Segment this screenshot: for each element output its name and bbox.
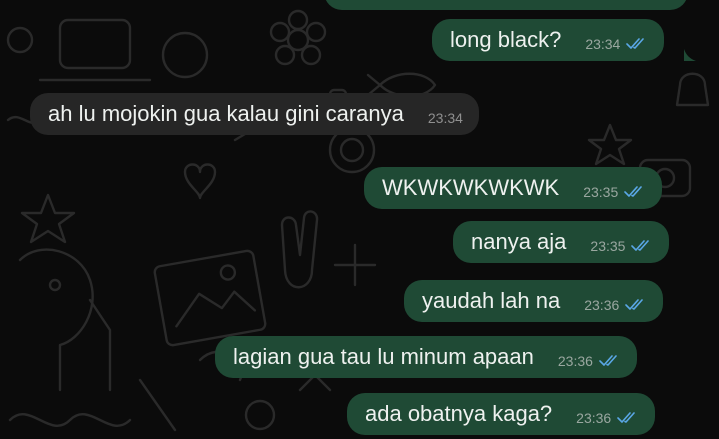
message-bubble-incoming[interactable]: ah lu mojokin gua kalau gini caranya 23:… <box>30 93 479 135</box>
message-time: 23:35 <box>583 184 619 200</box>
message-time: 23:34 <box>585 36 621 52</box>
message-time: 23:35 <box>590 238 626 254</box>
message-bubble-outgoing[interactable]: yaudah lah na 23:36 <box>404 280 664 322</box>
message-bubble-outgoing[interactable]: WKWKWKWKWK 23:35 <box>364 167 663 209</box>
double-check-read-icon <box>624 186 643 197</box>
message-text: WKWKWKWKWK <box>382 175 560 200</box>
message-meta: 23:36 <box>584 297 647 313</box>
previous-message-bubble-partial[interactable] <box>324 0 688 10</box>
message-bubble-outgoing[interactable]: lagian gua tau lu minum apaan 23:36 <box>215 336 637 378</box>
message-text: long black? <box>450 27 562 52</box>
message-meta: 23:35 <box>590 238 653 254</box>
double-check-read-icon <box>617 412 636 423</box>
message-meta: 23:34 <box>428 110 463 126</box>
message-meta: 23:36 <box>558 353 621 369</box>
message-meta: 23:36 <box>576 410 639 426</box>
message-bubble-outgoing[interactable]: long black? 23:34 <box>432 19 665 61</box>
message-time: 23:36 <box>557 353 593 369</box>
double-check-read-icon <box>626 38 645 49</box>
message-text: nanya aja <box>471 229 567 254</box>
message-time: 23:36 <box>584 297 620 313</box>
message-text: lagian gua tau lu minum apaan <box>233 344 534 369</box>
message-time: 23:34 <box>427 110 463 126</box>
message-time: 23:36 <box>576 410 612 426</box>
message-meta: 23:34 <box>585 36 648 52</box>
message-bubble-outgoing[interactable]: ada obatnya kaga? 23:36 <box>347 393 656 435</box>
bubble-tail <box>684 49 696 61</box>
message-meta: 23:35 <box>583 184 646 200</box>
message-text: ah lu mojokin gua kalau gini caranya <box>48 101 404 126</box>
chat-area[interactable]: long black? 23:34 ah lu mojokin gua kala… <box>0 0 719 439</box>
double-check-read-icon <box>599 355 617 366</box>
message-text: ada obatnya kaga? <box>365 401 553 426</box>
double-check-read-icon <box>625 299 644 310</box>
message-bubble-outgoing[interactable]: nanya aja 23:35 <box>453 221 670 263</box>
double-check-read-icon <box>631 240 650 251</box>
message-text: yaudah lah na <box>422 288 561 313</box>
